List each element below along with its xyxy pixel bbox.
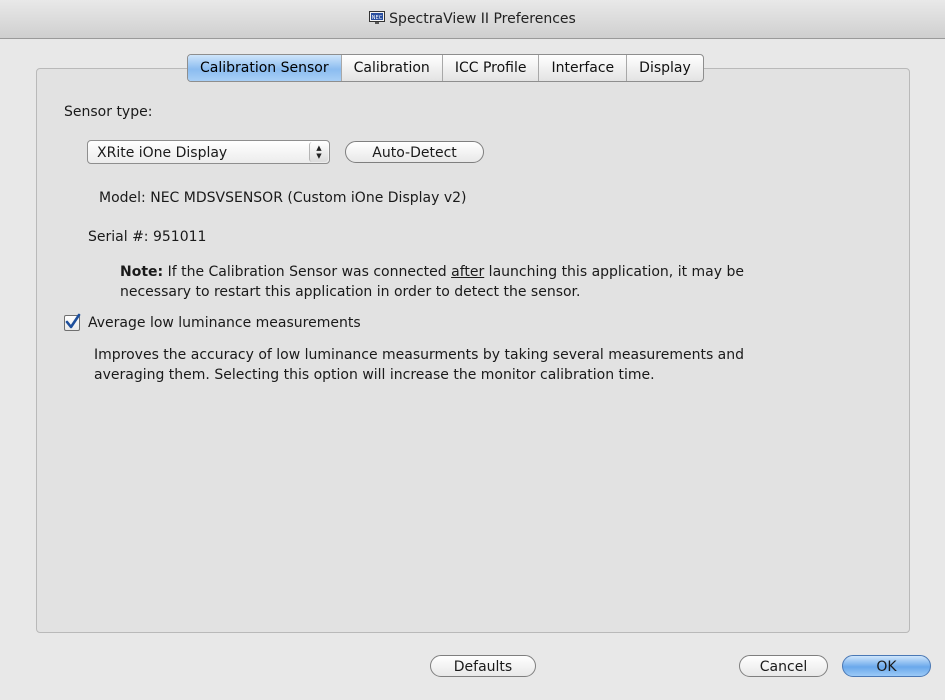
cancel-button[interactable]: Cancel [739, 655, 828, 677]
defaults-button[interactable]: Defaults [430, 655, 536, 677]
average-luminance-checkbox[interactable] [64, 313, 81, 331]
tab-calibration[interactable]: Calibration [340, 55, 442, 81]
title-bar[interactable]: NEC SpectraView II Preferences [0, 0, 945, 39]
auto-detect-label: Auto-Detect [372, 145, 457, 161]
tab-display[interactable]: Display [626, 55, 703, 81]
svg-text:NEC: NEC [372, 15, 383, 21]
sensor-type-label: Sensor type: [64, 104, 153, 120]
ok-button[interactable]: OK [842, 655, 931, 677]
cancel-label: Cancel [759, 659, 808, 675]
up-down-arrows-icon: ▲ ▼ [309, 142, 328, 162]
average-luminance-label[interactable]: Average low luminance measurements [88, 315, 361, 331]
tab-bar: Calibration Sensor Calibration ICC Profi… [187, 54, 704, 82]
model-value: NEC MDSVSENSOR (Custom iOne Display v2) [150, 190, 467, 206]
serial-value: 951011 [152, 229, 207, 245]
description-line-2: averaging them. Selecting this option wi… [94, 367, 655, 383]
description-line-1: Improves the accuracy of low luminance m… [94, 347, 745, 363]
note-prefix: Note: [120, 264, 164, 280]
note-line-2: necessary to restart this application in… [120, 284, 581, 300]
ok-label: OK [876, 659, 897, 675]
note-text-a: If the Calibration Sensor was connected [163, 264, 452, 280]
preferences-window: NEC SpectraView II Preferences Calibrati… [0, 0, 945, 700]
window-title: SpectraView II Preferences [389, 11, 576, 27]
serial-label: Serial #: [88, 229, 149, 245]
restart-note: Note: If the Calibration Sensor was conn… [120, 262, 744, 302]
tab-calibration-sensor[interactable]: Calibration Sensor [188, 55, 341, 81]
model-label: Model: [99, 190, 146, 206]
model-row: Model: NEC MDSVSENSOR (Custom iOne Displ… [99, 190, 466, 206]
auto-detect-button[interactable]: Auto-Detect [345, 141, 484, 163]
note-underline: after [451, 264, 485, 280]
nec-monitor-icon: NEC [369, 11, 386, 25]
note-text-b: launching this application, it may be [484, 264, 744, 280]
sensor-type-value: XRite iOne Display [97, 145, 228, 161]
defaults-label: Defaults [453, 659, 513, 675]
average-luminance-description: Improves the accuracy of low luminance m… [94, 345, 744, 385]
sensor-type-select[interactable]: XRite iOne Display ▲ ▼ [87, 140, 330, 164]
checkmark-icon [65, 313, 81, 329]
serial-row: Serial #: 951011 [88, 229, 206, 245]
tab-interface[interactable]: Interface [538, 55, 626, 81]
tab-icc-profile[interactable]: ICC Profile [441, 55, 539, 81]
